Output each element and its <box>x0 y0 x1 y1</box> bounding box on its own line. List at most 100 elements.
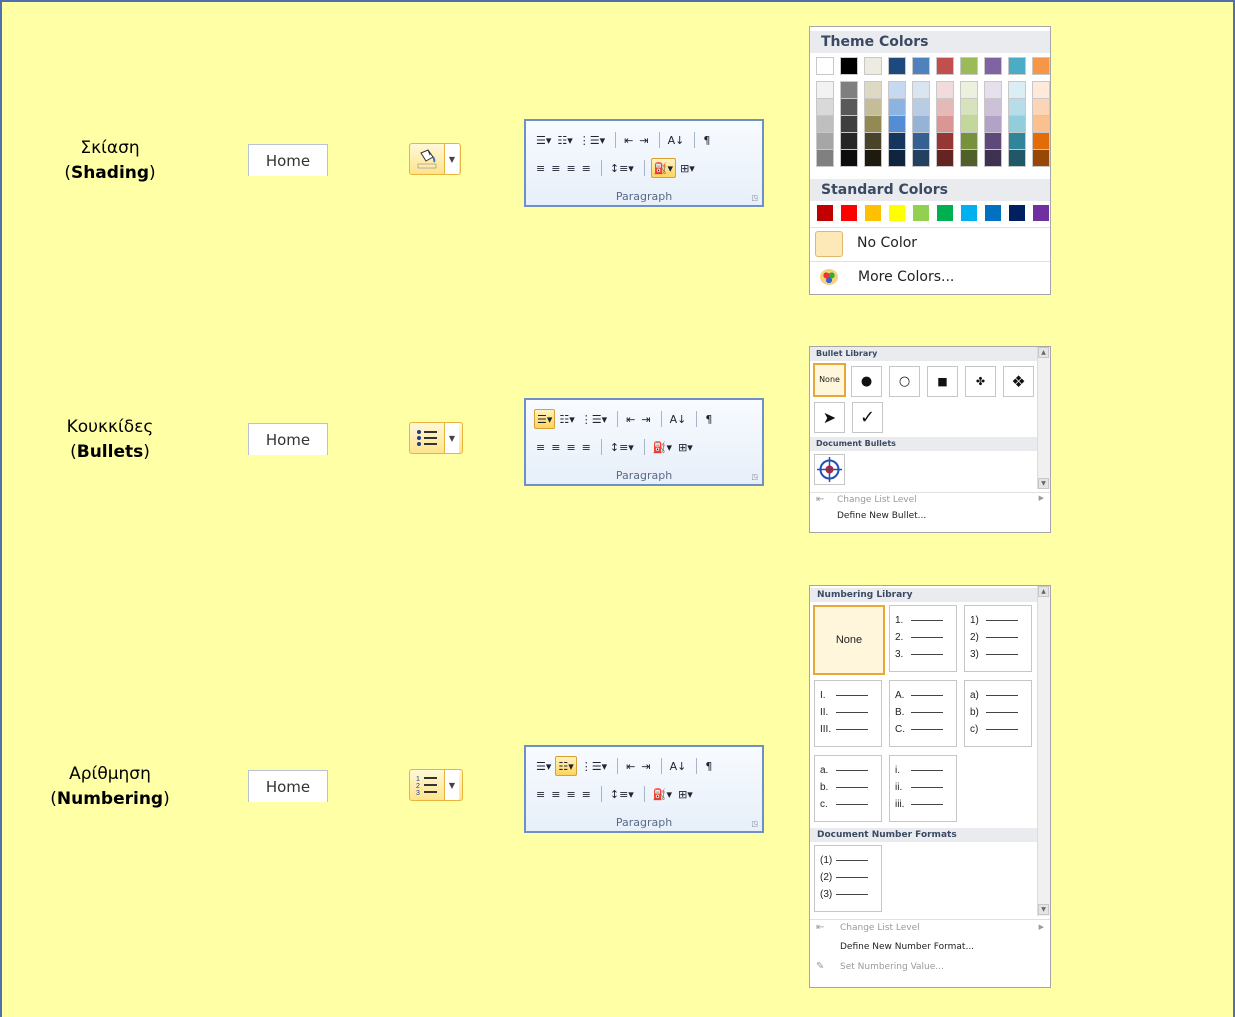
align-left-icon[interactable]: ≡ <box>534 438 547 456</box>
theme-color-swatch[interactable] <box>864 98 882 116</box>
theme-color-swatch[interactable] <box>936 149 954 167</box>
sort-icon[interactable]: A↓ <box>668 757 689 775</box>
borders-icon[interactable]: ⊞▾ <box>676 785 695 803</box>
standard-color-swatch[interactable] <box>817 205 833 221</box>
change-list-level-item[interactable]: ⇤ Change List Level ▶ <box>810 919 1050 938</box>
theme-color-swatch[interactable] <box>888 57 906 75</box>
theme-color-swatch[interactable] <box>864 57 882 75</box>
numbering-icon[interactable]: ☷▾ <box>557 410 576 428</box>
bullets-icon[interactable]: ☰▾ <box>534 757 553 775</box>
theme-color-swatch[interactable] <box>1008 115 1026 133</box>
align-center-icon[interactable]: ≡ <box>549 159 562 177</box>
show-formatting-icon[interactable]: ¶ <box>701 131 712 149</box>
align-right-icon[interactable]: ≡ <box>564 159 577 177</box>
theme-color-swatch[interactable] <box>816 98 834 116</box>
theme-color-swatch[interactable] <box>912 115 930 133</box>
theme-color-swatch[interactable] <box>960 149 978 167</box>
standard-color-swatch[interactable] <box>1009 205 1025 221</box>
home-tab[interactable]: Home <box>248 770 328 802</box>
dialog-launcher-icon[interactable]: ◳ <box>751 194 758 202</box>
theme-color-swatch[interactable] <box>912 149 930 167</box>
theme-color-swatch[interactable] <box>840 149 858 167</box>
theme-color-swatch[interactable] <box>864 132 882 150</box>
chevron-down-icon[interactable]: ▼ <box>444 144 459 174</box>
theme-color-swatch[interactable] <box>912 98 930 116</box>
theme-color-swatch[interactable] <box>864 115 882 133</box>
theme-color-swatch[interactable] <box>840 81 858 99</box>
theme-color-swatch[interactable] <box>984 132 1002 150</box>
bullet-library-item[interactable]: ❖ <box>1003 366 1034 397</box>
bullet-library-item[interactable]: ○ <box>889 366 920 397</box>
standard-color-swatch[interactable] <box>1033 205 1049 221</box>
bullets-scrollbar[interactable]: ▲ ▼ <box>1037 347 1050 489</box>
theme-color-swatch[interactable] <box>960 98 978 116</box>
numbering-library-item[interactable]: 1. 2. 3. <box>889 605 957 672</box>
theme-color-swatch[interactable] <box>960 57 978 75</box>
increase-indent-icon[interactable]: ⇥ <box>637 131 650 149</box>
theme-color-swatch[interactable] <box>960 115 978 133</box>
theme-color-swatch[interactable] <box>936 81 954 99</box>
theme-color-swatch[interactable] <box>912 57 930 75</box>
numbering-library-item[interactable]: i. ii. iii. <box>889 755 957 822</box>
bullet-library-item[interactable]: ✓ <box>852 402 883 433</box>
standard-color-swatch[interactable] <box>985 205 1001 221</box>
theme-color-swatch[interactable] <box>1008 132 1026 150</box>
numbering-split-button[interactable]: 1 2 3 ▼ <box>409 769 463 801</box>
align-left-icon[interactable]: ≡ <box>534 785 547 803</box>
standard-color-swatch[interactable] <box>841 205 857 221</box>
theme-color-swatch[interactable] <box>888 149 906 167</box>
scroll-down-icon[interactable]: ▼ <box>1038 904 1049 915</box>
theme-color-swatch[interactable] <box>912 132 930 150</box>
shading-icon[interactable]: ⛽▾ <box>651 785 674 803</box>
chevron-down-icon[interactable]: ▼ <box>444 770 459 800</box>
numbering-icon[interactable]: ☷▾ <box>555 756 577 776</box>
theme-color-swatch[interactable] <box>1032 57 1050 75</box>
theme-color-swatch[interactable] <box>936 115 954 133</box>
theme-color-swatch[interactable] <box>816 115 834 133</box>
theme-color-swatch[interactable] <box>888 115 906 133</box>
theme-color-swatch[interactable] <box>888 81 906 99</box>
shading-button[interactable] <box>410 144 444 174</box>
theme-color-swatch[interactable] <box>984 115 1002 133</box>
theme-color-swatch[interactable] <box>816 149 834 167</box>
shading-icon[interactable]: ⛽▾ <box>651 438 674 456</box>
theme-color-swatch[interactable] <box>840 98 858 116</box>
theme-color-swatch[interactable] <box>816 132 834 150</box>
theme-color-swatch[interactable] <box>1008 81 1026 99</box>
theme-color-swatch[interactable] <box>888 98 906 116</box>
decrease-indent-icon[interactable]: ⇤ <box>624 757 637 775</box>
standard-color-swatch[interactable] <box>937 205 953 221</box>
standard-color-swatch[interactable] <box>961 205 977 221</box>
home-tab[interactable]: Home <box>248 144 328 176</box>
justify-icon[interactable]: ≡ <box>580 159 593 177</box>
theme-color-swatch[interactable] <box>816 57 834 75</box>
theme-color-swatch[interactable] <box>1032 115 1050 133</box>
theme-color-swatch[interactable] <box>984 81 1002 99</box>
theme-color-swatch[interactable] <box>1008 98 1026 116</box>
theme-color-swatch[interactable] <box>840 132 858 150</box>
numbering-library-item[interactable]: 1) 2) 3) <box>964 605 1032 672</box>
theme-color-swatch[interactable] <box>840 115 858 133</box>
theme-color-swatch[interactable] <box>1008 149 1026 167</box>
theme-color-swatch[interactable] <box>816 81 834 99</box>
theme-color-swatch[interactable] <box>912 81 930 99</box>
increase-indent-icon[interactable]: ⇥ <box>639 410 652 428</box>
theme-color-swatch[interactable] <box>888 132 906 150</box>
numbering-library-item[interactable]: a. b. c. <box>814 755 882 822</box>
theme-color-swatch[interactable] <box>1008 57 1026 75</box>
multilevel-list-icon[interactable]: ⋮☰▾ <box>579 410 609 428</box>
theme-color-swatch[interactable] <box>936 132 954 150</box>
bullet-library-item[interactable]: ■ <box>927 366 958 397</box>
numbering-library-item[interactable]: I. II. III. <box>814 680 882 747</box>
standard-color-swatch[interactable] <box>913 205 929 221</box>
line-spacing-icon[interactable]: ↕≡▾ <box>608 785 636 803</box>
show-formatting-icon[interactable]: ¶ <box>703 410 714 428</box>
sort-icon[interactable]: A↓ <box>666 131 687 149</box>
line-spacing-icon[interactable]: ↕≡▾ <box>608 438 636 456</box>
dialog-launcher-icon[interactable]: ◳ <box>751 820 758 828</box>
theme-color-swatch[interactable] <box>936 57 954 75</box>
theme-color-swatch[interactable] <box>864 149 882 167</box>
numbering-icon[interactable]: ☷▾ <box>555 131 574 149</box>
bullet-none-item[interactable]: None <box>813 363 846 397</box>
numbering-library-item[interactable]: a) b) c) <box>964 680 1032 747</box>
